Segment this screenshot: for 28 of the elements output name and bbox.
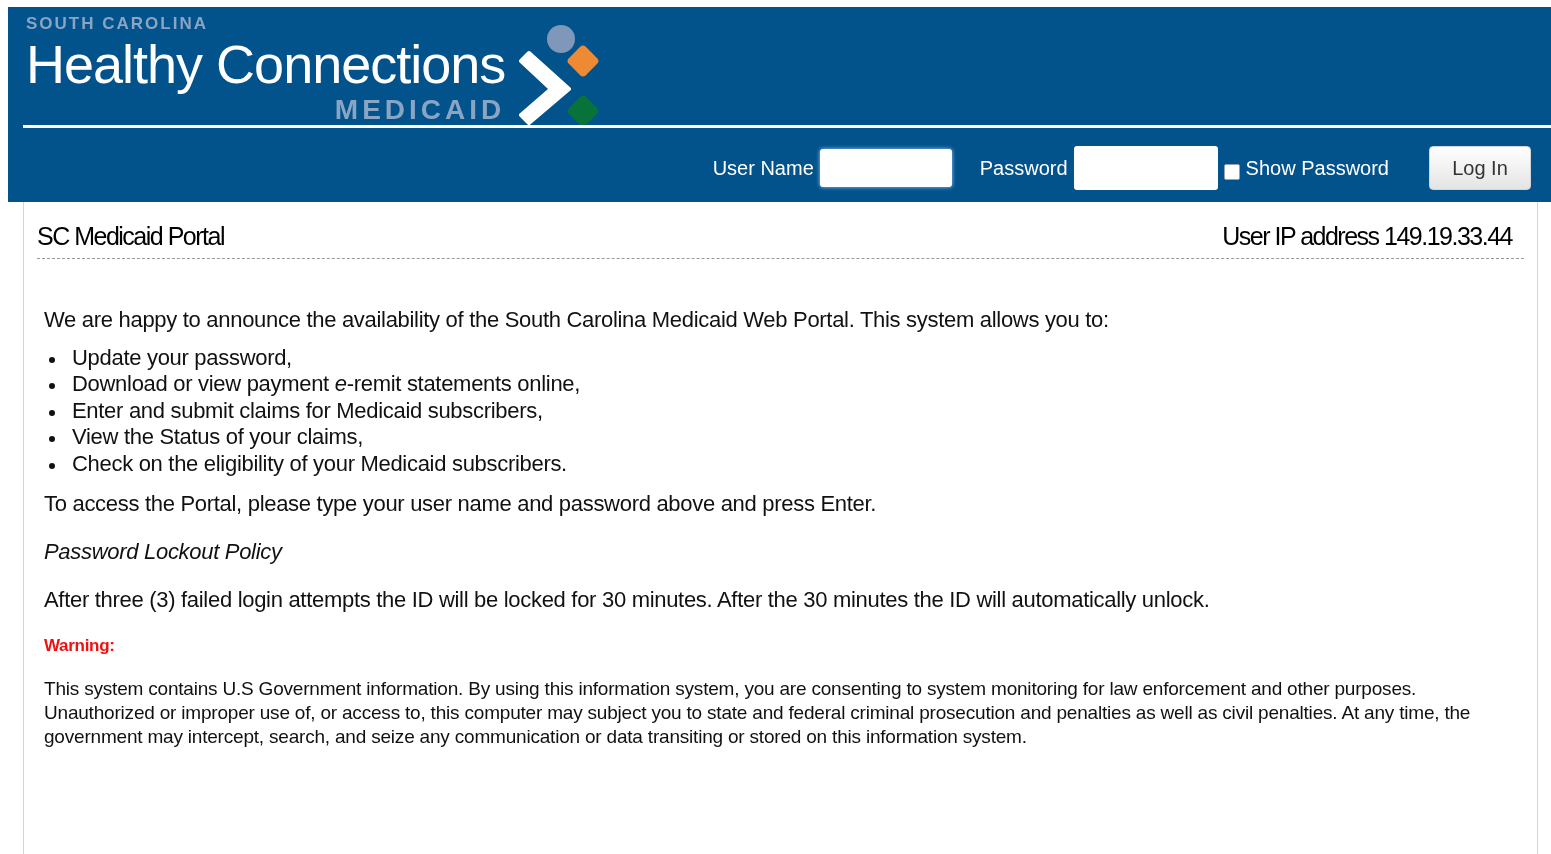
- feature-item: Update your password,: [72, 344, 292, 371]
- portal-title: SC Medicaid Portal: [37, 221, 224, 252]
- bullet-icon: [49, 383, 55, 389]
- bullet-icon: [49, 436, 55, 442]
- bullet-icon: [49, 462, 55, 469]
- brand-tagline: SOUTH CAROLINA: [26, 15, 209, 33]
- warning-label: Warning:: [44, 635, 116, 657]
- username-field[interactable]: [819, 149, 952, 187]
- password-label: Password: [979, 156, 1068, 181]
- username-label: User Name: [712, 156, 814, 181]
- brand-subtitle: MEDICAID: [334, 95, 506, 125]
- policy-text: After three (3) failed login attempts the ID will be locked for 30 minutes. After the 30 minutes the ID will automatically unlock.: [44, 587, 1211, 613]
- show-password-label: Show Password: [1245, 156, 1389, 181]
- access-instructions: To access the Portal, please type your user name and password above and press Enter.: [44, 491, 878, 517]
- feature-item: Check on the eligibility of your Medicaid subscribers.: [72, 450, 567, 477]
- password-field[interactable]: [1073, 146, 1218, 190]
- show-password-checkbox[interactable]: [1223, 164, 1240, 180]
- feature-item: Download or view payment e-remit statements online,: [72, 371, 581, 398]
- bullet-icon: [49, 409, 55, 416]
- feature-item: View the Status of your claims,: [72, 424, 364, 451]
- ip-address: User IP address 149.19.33.44: [1222, 221, 1512, 252]
- brand-title: Healthy Connections: [26, 33, 506, 95]
- feature-item: Enter and submit claims for Medicaid subscribers,: [72, 397, 543, 424]
- bullet-icon: [49, 356, 55, 363]
- login-button[interactable]: Log In: [1429, 146, 1531, 190]
- policy-title: Password Lockout Policy: [44, 539, 284, 565]
- warning-text: This system contains U.S Government information. By using this information system, you are consenting to system monitoring for law enforcement and other purposes. Unauthorized or improper use of, or access to, this computer may subject you to state and federal criminal prosecution and penalties as well as civil penalties. At any time, the government may intercept, search, and seize any communication or data transiting or stored on this information system.: [44, 676, 1472, 749]
- intro-text: We are happy to announce the availability of the South Carolina Medicaid Web Portal. This system allows you to:: [44, 306, 1110, 333]
